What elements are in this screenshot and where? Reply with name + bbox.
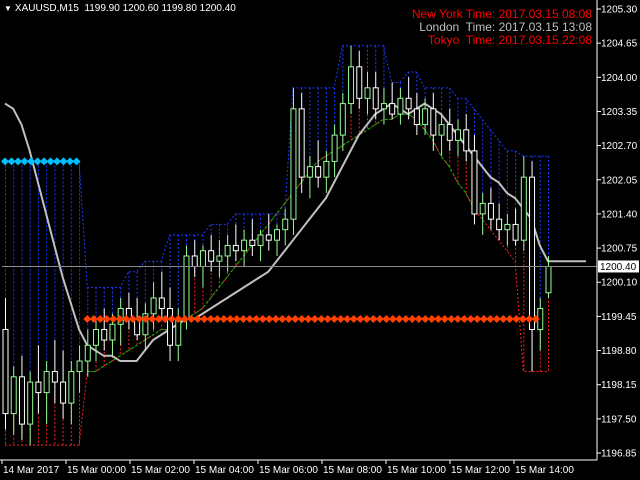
candle-body — [479, 202, 486, 215]
candle-body — [150, 297, 157, 315]
time-tick-label: 15 Mar 08:00 — [323, 465, 382, 476]
candle-body — [101, 329, 108, 341]
candle-body — [520, 176, 527, 241]
candle-body — [504, 223, 511, 231]
world-clocks: New York Time: 2017.03.15 08:08 London T… — [412, 8, 592, 47]
candle-body — [446, 124, 453, 141]
candle-body — [249, 239, 256, 246]
price-tick-label: 1205.30 — [601, 5, 638, 16]
candle-body — [51, 371, 58, 383]
candle-body — [43, 371, 50, 394]
candle-body — [232, 244, 239, 252]
candle-body — [380, 103, 387, 110]
price-tick-label: 1202.70 — [601, 141, 638, 152]
candle-body — [208, 250, 215, 262]
candle-body — [471, 150, 478, 215]
price-tick-label: 1202.05 — [601, 175, 638, 186]
candle-body — [487, 202, 494, 220]
price-tick-label: 1198.80 — [601, 346, 637, 357]
candlestick-series[interactable] — [2, 45, 552, 446]
price-tick-label: 1196.85 — [601, 449, 637, 460]
candle-body — [529, 176, 536, 331]
candle-body — [84, 344, 91, 362]
candle-body — [18, 376, 25, 425]
clock-tokyo: Tokyo Time: 2017.03.15 22:08 — [427, 33, 592, 47]
price-tick-label: 1198.15 — [601, 380, 637, 391]
candle-body — [364, 87, 371, 99]
time-tick-label: 15 Mar 00:00 — [67, 465, 126, 476]
current-price-tag: 1200.40 — [598, 260, 639, 273]
time-tick-label: 15 Mar 14:00 — [515, 465, 574, 476]
ohlc-values: 1199.90 1200.60 1199.80 1200.40 — [84, 3, 236, 14]
candle-body — [265, 234, 272, 241]
candle-body — [257, 234, 264, 246]
symbol-label: XAUUSD,M15 — [14, 3, 79, 14]
candle-body — [298, 108, 305, 178]
candle-body — [339, 103, 346, 136]
time-tick-label: 15 Mar 02:00 — [131, 465, 190, 476]
candle-body — [274, 229, 280, 241]
candle-body — [27, 381, 34, 425]
price-tick-label: 1197.50 — [601, 414, 637, 425]
candle-body — [323, 160, 330, 178]
candle-body — [158, 297, 165, 310]
candle-body — [167, 308, 174, 346]
candle-body — [496, 218, 503, 231]
candle-body — [512, 223, 519, 241]
chart-header: ▼ XAUUSD,M15 1199.90 1200.60 1199.80 1200… — [4, 3, 236, 14]
candle-body — [76, 360, 83, 373]
time-tick-label: 15 Mar 04:00 — [195, 465, 254, 476]
candle-body — [183, 255, 190, 320]
price-tick-label: 1203.35 — [601, 107, 638, 118]
candle-body — [60, 381, 67, 404]
time-axis: 14 Mar 2017 15 Mar 00:00 15 Mar 02:00 15 Ma… — [1, 460, 574, 476]
dropdown-arrow-icon[interactable]: ▼ — [4, 4, 12, 13]
candle-body — [422, 108, 429, 126]
price-tick-label: 1204.65 — [601, 39, 638, 50]
candle-body — [35, 381, 42, 394]
candle-body — [397, 97, 404, 115]
candle-body — [199, 250, 206, 267]
price-tick-label: 1199.45 — [601, 312, 637, 323]
price-axis: 1205.30 1204.65 1204.00 1203.35 1202.70 1202.… — [597, 5, 638, 460]
time-tick-label: 14 Mar 2017 — [3, 465, 60, 476]
candle-body — [356, 66, 363, 99]
candle-body — [463, 129, 470, 152]
price-tag-value: 1200.40 — [600, 262, 637, 273]
candle-body — [430, 108, 437, 136]
candle-body — [109, 323, 116, 341]
price-tick-label: 1200.75 — [601, 244, 638, 255]
price-tick-label: 1204.00 — [601, 73, 638, 84]
candle-body — [306, 166, 313, 178]
candle-body — [372, 87, 379, 110]
price-chart[interactable]: 1205.30 1204.65 1204.00 1203.35 1202.70 1202.… — [0, 0, 640, 480]
candle-body — [93, 329, 99, 346]
candle-body — [10, 376, 17, 415]
candle-body — [2, 329, 9, 415]
candle-body — [455, 129, 461, 141]
time-tick-label: 15 Mar 10:00 — [387, 465, 446, 476]
candle-body — [224, 244, 231, 257]
price-tick-label: 1201.40 — [601, 209, 638, 220]
time-tick-label: 15 Mar 12:00 — [451, 465, 510, 476]
candle-body — [191, 255, 198, 267]
candle-body — [68, 371, 75, 404]
candle-body — [545, 265, 552, 294]
candle-body — [405, 97, 412, 110]
candle-body — [331, 134, 338, 162]
candle-body — [348, 66, 355, 105]
candle-body — [413, 108, 420, 126]
candle-body — [389, 103, 396, 115]
candle-body — [315, 166, 322, 178]
candle-body — [290, 108, 297, 220]
candle-body — [216, 255, 223, 262]
price-tick-label: 1200.10 — [601, 278, 638, 289]
candle-body — [241, 239, 248, 252]
candle-body — [438, 124, 445, 136]
time-tick-label: 15 Mar 06:00 — [259, 465, 318, 476]
candle-body — [282, 218, 289, 231]
